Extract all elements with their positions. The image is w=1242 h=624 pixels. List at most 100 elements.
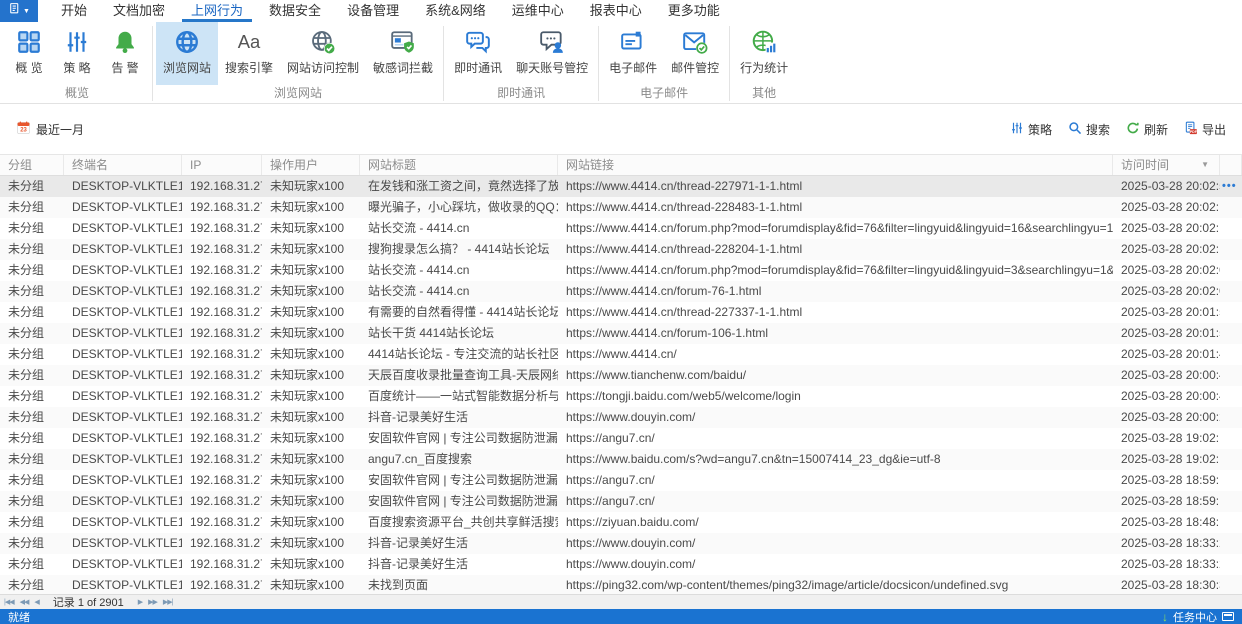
cell-title: 百度搜索资源平台_共创共享鲜活搜索: [368, 515, 558, 529]
table-row[interactable]: 未分组 DESKTOP-VLKTLE1 192.168.31.27 未知玩家x100 百…: [0, 512, 1242, 533]
menu-tab-more-features[interactable]: 更多功能: [659, 0, 729, 22]
table-row[interactable]: 未分组 DESKTOP-VLKTLE1 192.168.31.27 未知玩家x100 安…: [0, 491, 1242, 512]
cell-time: 2025-03-28 18:59:15: [1121, 494, 1220, 508]
cell-terminal: DESKTOP-VLKTLE1: [72, 263, 182, 277]
nav-next-button[interactable]: ▶: [138, 598, 143, 606]
refresh-button[interactable]: 刷新: [1126, 121, 1168, 138]
table-row[interactable]: 未分组 DESKTOP-VLKTLE1 192.168.31.27 未知玩家x100 安…: [0, 470, 1242, 491]
column-header-actions[interactable]: [1220, 155, 1242, 175]
filter-dropdown-icon[interactable]: ▼: [1201, 155, 1209, 175]
column-header-ip[interactable]: IP: [182, 155, 262, 175]
table-row[interactable]: 未分组 DESKTOP-VLKTLE1 192.168.31.27 未知玩家x100 未…: [0, 575, 1242, 594]
ribbon-item-sensitive-word-block[interactable]: 敏感词拦截: [366, 22, 440, 85]
column-header-user[interactable]: 操作用户: [262, 155, 360, 175]
table-row[interactable]: 未分组 DESKTOP-VLKTLE1 192.168.31.27 未知玩家x100 站…: [0, 323, 1242, 344]
ribbon-item-behavior-stats[interactable]: 行为统计: [733, 22, 795, 85]
calendar-icon: 23: [16, 120, 31, 138]
cell-user: 未知玩家x100: [270, 578, 345, 592]
row-actions-menu-icon: [1220, 260, 1242, 281]
date-range-picker[interactable]: 23 最近一月: [16, 120, 84, 138]
cell-title: 曝光骗子，小心踩坑，做收录的QQ：28462...: [368, 200, 558, 214]
table-row[interactable]: 未分组 DESKTOP-VLKTLE1 192.168.31.27 未知玩家x100 百…: [0, 386, 1242, 407]
table-row[interactable]: 未分组 DESKTOP-VLKTLE1 192.168.31.27 未知玩家x100 有…: [0, 302, 1242, 323]
cell-time: 2025-03-28 20:00:40: [1121, 389, 1220, 403]
menu-tab-report-center[interactable]: 报表中心: [581, 0, 651, 22]
nav-prev-button[interactable]: ◀: [34, 598, 39, 606]
ribbon-item-email[interactable]: 电子邮件: [602, 22, 664, 85]
table-row[interactable]: 未分组 DESKTOP-VLKTLE1 192.168.31.27 未知玩家x100 搜…: [0, 239, 1242, 260]
cell-user: 未知玩家x100: [270, 200, 345, 214]
ribbon-item-label: 敏感词拦截: [373, 61, 434, 75]
cell-title: 在发钱和涨工资之间，竟然选择了放贷款，...: [368, 179, 558, 193]
export-button-label: 导出: [1201, 122, 1226, 137]
menu-tab-system-network[interactable]: 系统&网络: [416, 0, 495, 22]
ribbon-item-im[interactable]: 即时通讯: [447, 22, 509, 85]
policy-button[interactable]: 策略: [1010, 121, 1052, 138]
row-actions-menu-icon: [1220, 512, 1242, 533]
task-center-button[interactable]: ↓ 任务中心: [1162, 609, 1234, 624]
column-header-title[interactable]: 网站标题: [360, 155, 558, 175]
row-actions-menu-icon: [1220, 470, 1242, 491]
app-menu-button[interactable]: ▼: [0, 0, 38, 22]
ribbon-item-mail-control[interactable]: 邮件管控: [664, 22, 726, 85]
cell-terminal: DESKTOP-VLKTLE1: [72, 347, 182, 361]
column-header-label: 网站标题: [368, 158, 417, 172]
cell-user: 未知玩家x100: [270, 221, 345, 235]
table-row[interactable]: 未分组 DESKTOP-VLKTLE1 192.168.31.27 未知玩家x100 抖…: [0, 554, 1242, 575]
record-count-label: 记录 1 of 2901: [52, 597, 124, 609]
nav-prev-page-button[interactable]: ◀◀: [20, 598, 30, 606]
cell-ip: 192.168.31.27: [190, 536, 262, 550]
export-button[interactable]: PDF 导出: [1184, 121, 1226, 138]
table-row[interactable]: 未分组 DESKTOP-VLKTLE1 192.168.31.27 未知玩家x100 站…: [0, 281, 1242, 302]
cell-title: 抖音-记录美好生活: [368, 557, 468, 571]
menu-tab-data-security[interactable]: 数据安全: [260, 0, 330, 22]
ribbon-item-website-access-control[interactable]: 网站访问控制: [280, 22, 366, 85]
cell-title: 安固软件官网 | 专注公司数据防泄漏(DLP)，...: [368, 473, 558, 487]
table-row[interactable]: 未分组 DESKTOP-VLKTLE1 192.168.31.27 未知玩家x100 4…: [0, 344, 1242, 365]
menu-tab-internet-behavior[interactable]: 上网行为: [182, 0, 253, 22]
row-actions-menu-icon[interactable]: •••: [1220, 176, 1242, 197]
cell-group: 未分组: [8, 347, 45, 361]
column-header-url[interactable]: 网站链接: [558, 155, 1113, 175]
menu-tab-ops-center[interactable]: 运维中心: [503, 0, 573, 22]
cell-title: 站长干货 4414站长论坛: [368, 326, 495, 340]
filter-actions: 策略 搜索 刷新 PDF 导出: [1010, 121, 1226, 138]
cell-ip: 192.168.31.27: [190, 263, 262, 277]
search-icon: [1068, 121, 1082, 138]
table-row[interactable]: 未分组 DESKTOP-VLKTLE1 192.168.31.27 未知玩家x100 抖…: [0, 533, 1242, 554]
table-row[interactable]: 未分组 DESKTOP-VLKTLE1 192.168.31.27 未知玩家x100 抖…: [0, 407, 1242, 428]
table-row[interactable]: 未分组 DESKTOP-VLKTLE1 192.168.31.27 未知玩家x100 安…: [0, 428, 1242, 449]
nav-next-page-button[interactable]: ▶▶: [148, 598, 158, 606]
globe-stats-icon: [750, 28, 778, 56]
column-header-terminal[interactable]: 终端名: [64, 155, 182, 175]
table-row[interactable]: 未分组 DESKTOP-VLKTLE1 192.168.31.27 未知玩家x100 在…: [0, 176, 1242, 197]
menu-tab-home[interactable]: 开始: [52, 0, 96, 22]
column-header-time[interactable]: 访问时间 ▼: [1113, 155, 1220, 175]
table-row[interactable]: 未分组 DESKTOP-VLKTLE1 192.168.31.27 未知玩家x100 a…: [0, 449, 1242, 470]
cell-terminal: DESKTOP-VLKTLE1: [72, 515, 182, 529]
ribbon-item-policy[interactable]: 策 略: [53, 22, 101, 85]
table-row[interactable]: 未分组 DESKTOP-VLKTLE1 192.168.31.27 未知玩家x100 天…: [0, 365, 1242, 386]
nav-last-button[interactable]: ▶▶|: [163, 598, 174, 606]
cell-url: https://www.4414.cn/: [566, 347, 677, 361]
ribbon-item-label: 聊天账号管控: [516, 61, 589, 75]
ribbon-item-alert[interactable]: 告 警: [101, 22, 149, 85]
cell-ip: 192.168.31.27: [190, 578, 262, 592]
ribbon-item-chat-account-control[interactable]: 聊天账号管控: [509, 22, 595, 85]
column-header-group[interactable]: 分组: [0, 155, 64, 175]
ribbon-group-items: 浏览网站 Aa 搜索引擎 网站访问控制 敏感词拦截: [156, 22, 440, 85]
table-row[interactable]: 未分组 DESKTOP-VLKTLE1 192.168.31.27 未知玩家x100 站…: [0, 260, 1242, 281]
cell-url: https://www.4414.cn/thread-228483-1-1.ht…: [566, 200, 803, 214]
table-row[interactable]: 未分组 DESKTOP-VLKTLE1 192.168.31.27 未知玩家x100 站…: [0, 218, 1242, 239]
cell-terminal: DESKTOP-VLKTLE1: [72, 200, 182, 214]
search-button[interactable]: 搜索: [1068, 121, 1110, 138]
cell-user: 未知玩家x100: [270, 326, 345, 340]
ribbon-item-search-engine[interactable]: Aa 搜索引擎: [218, 22, 280, 85]
menu-tab-doc-encrypt[interactable]: 文档加密: [104, 0, 174, 22]
cell-time: 2025-03-28 19:02:17: [1121, 452, 1220, 466]
table-row[interactable]: 未分组 DESKTOP-VLKTLE1 192.168.31.27 未知玩家x100 曝…: [0, 197, 1242, 218]
ribbon-item-browse-website[interactable]: 浏览网站: [156, 22, 219, 85]
ribbon-item-overview[interactable]: 概 览: [5, 22, 53, 85]
menu-tab-device-mgmt[interactable]: 设备管理: [338, 0, 408, 22]
nav-first-button[interactable]: |◀◀: [4, 598, 15, 606]
